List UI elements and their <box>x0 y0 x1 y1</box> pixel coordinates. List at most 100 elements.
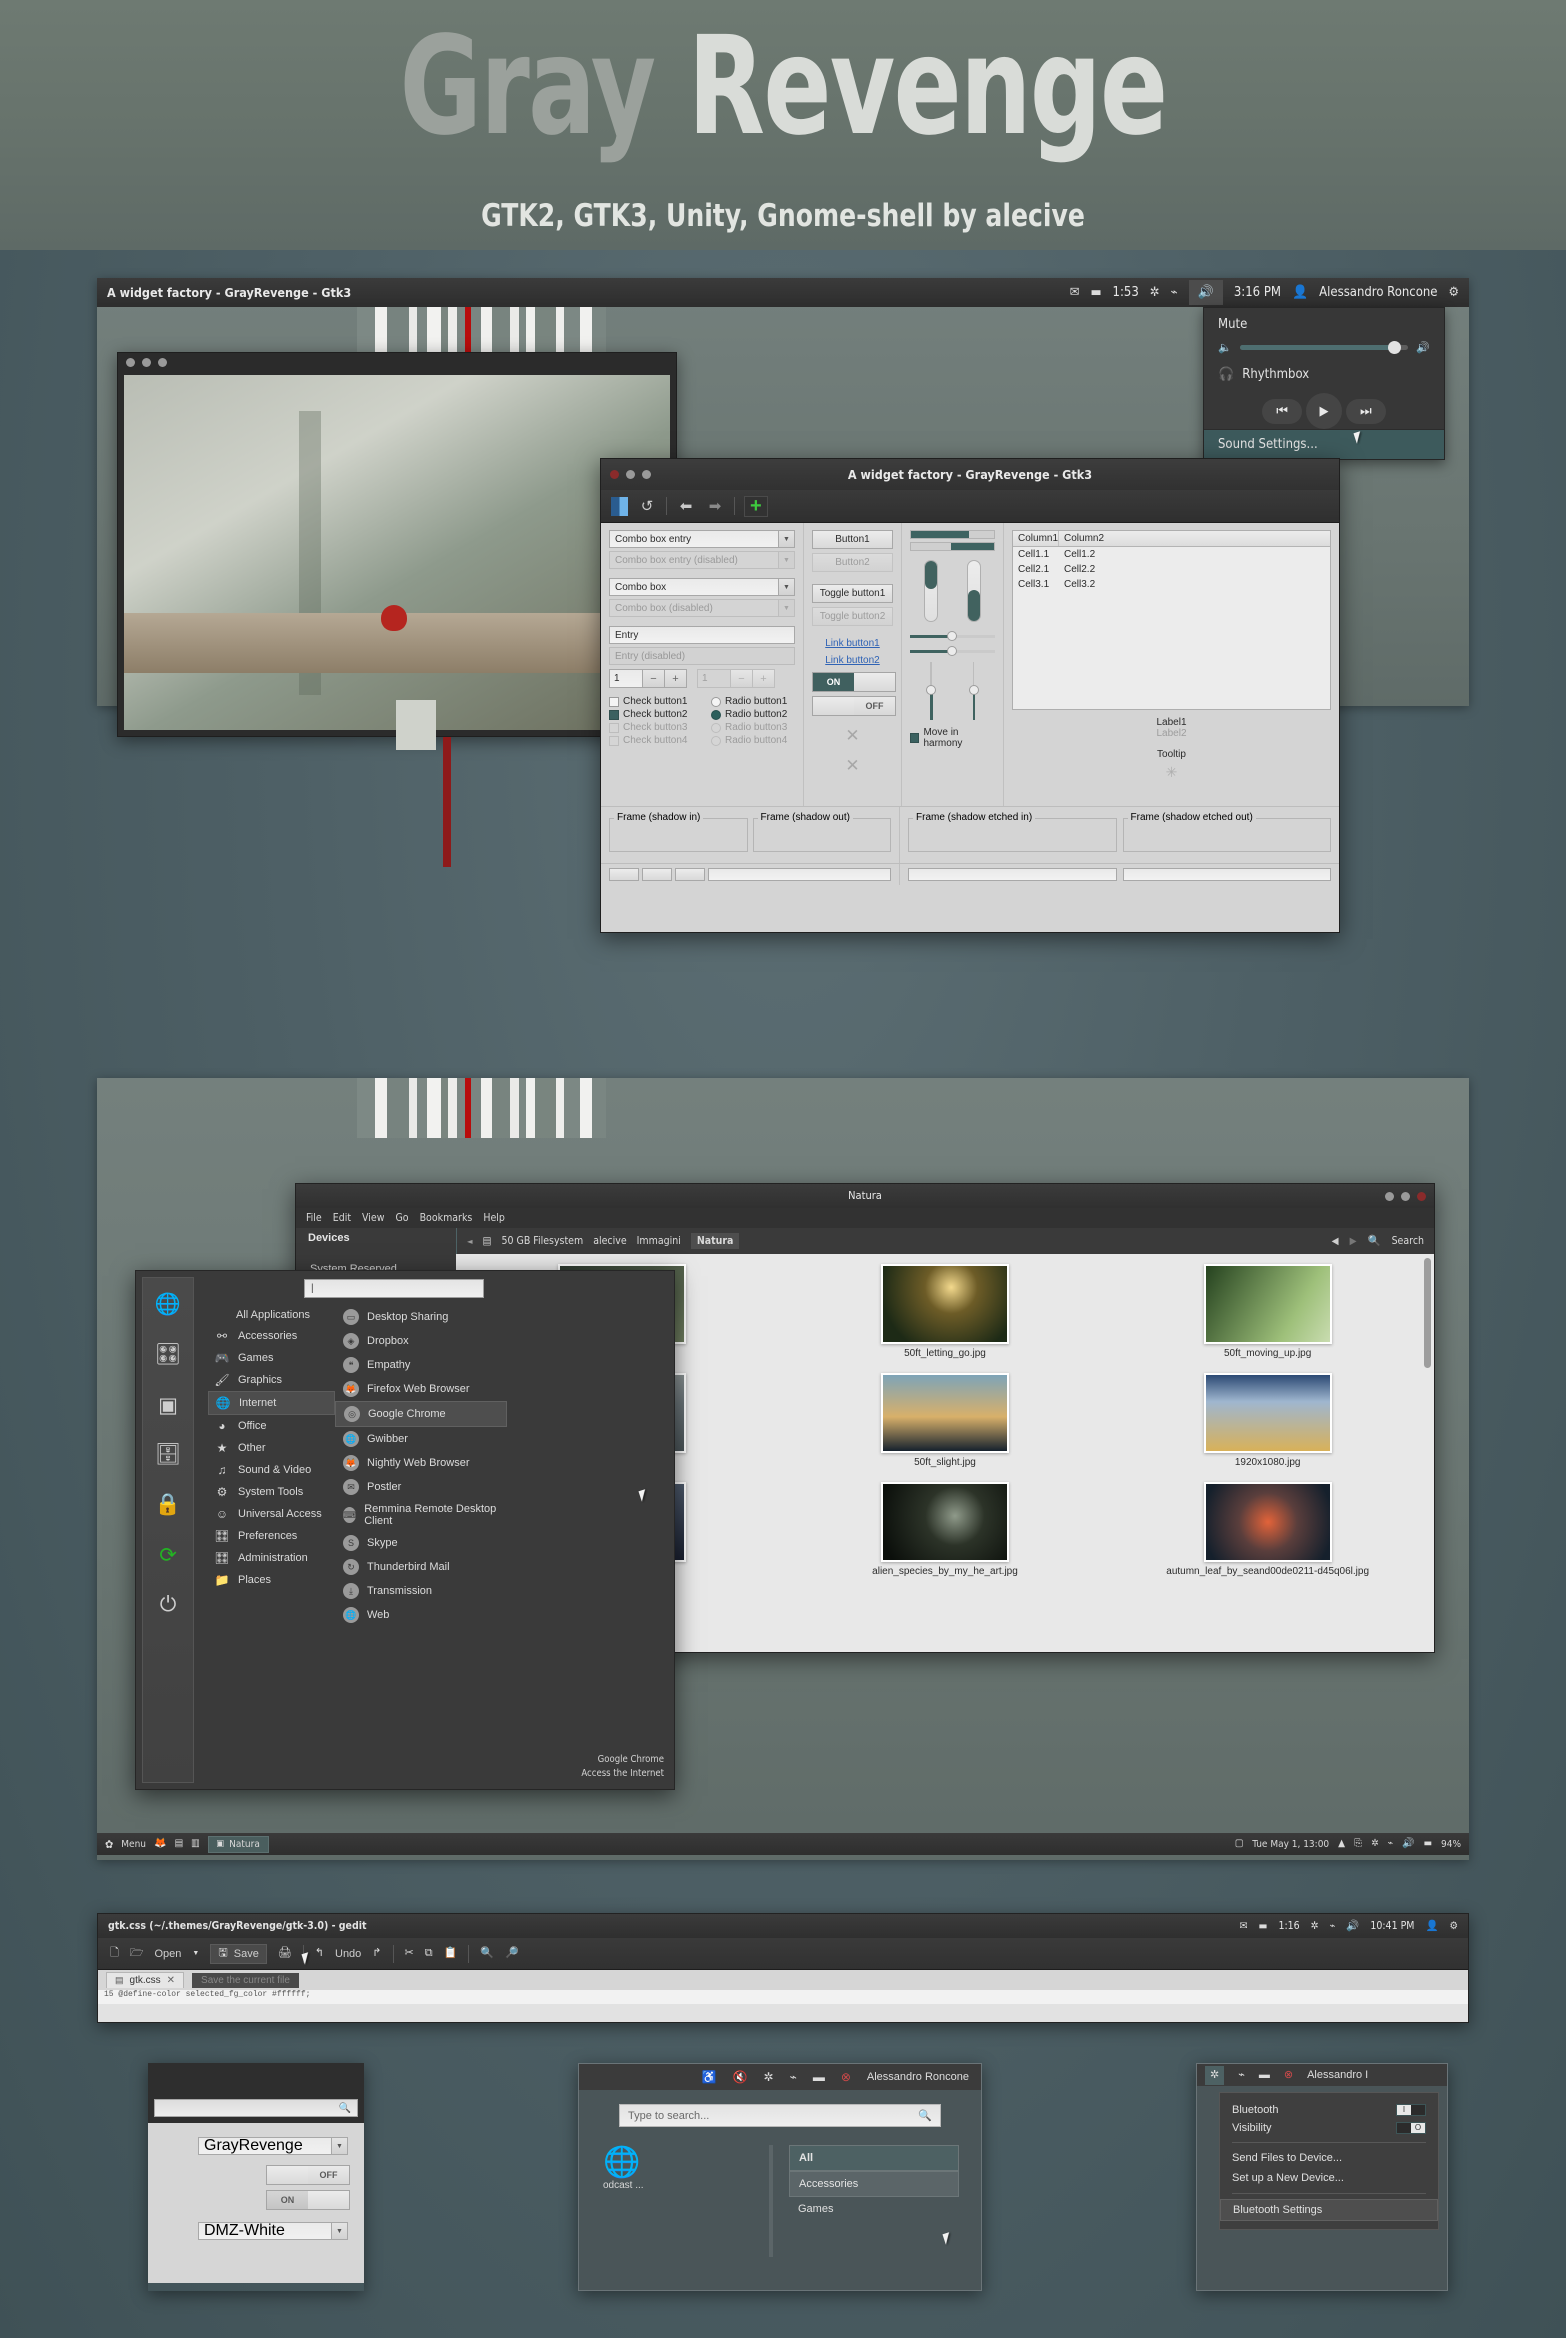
menu-item-empathy[interactable]: ❝ Empathy <box>335 1353 507 1377</box>
radio-button-2[interactable]: Radio button2 <box>711 709 787 720</box>
undo-label[interactable]: Undo <box>335 1948 361 1960</box>
sidebar-item-internet[interactable]: 🌐 Internet <box>208 1391 335 1415</box>
previous-icon[interactable]: ⏮ <box>1262 398 1302 424</box>
forward-arrow-icon[interactable]: ➡ <box>705 496 725 516</box>
menu-go[interactable]: Go <box>395 1212 408 1224</box>
table-row[interactable]: Cell3.1 Cell3.2 <box>1013 577 1330 592</box>
network-icon[interactable]: ⌁ <box>1330 1921 1336 1932</box>
list-item[interactable]: 50ft_slight.jpg <box>789 1373 1102 1468</box>
back-arrow-icon[interactable]: ⬅ <box>676 496 696 516</box>
menu-item-firefox[interactable]: 🦊 Firefox Web Browser <box>335 1377 507 1401</box>
next-icon[interactable]: ⏭ <box>1346 398 1386 424</box>
plus-icon[interactable]: + <box>665 669 687 688</box>
maximize-button[interactable] <box>1401 1192 1410 1201</box>
minimize-button[interactable] <box>1385 1192 1394 1201</box>
bluetooth-toggle-row[interactable]: Bluetooth I <box>1220 2101 1438 2119</box>
setup-device-item[interactable]: Set up a New Device... <box>1220 2168 1438 2188</box>
filter-all[interactable]: All <box>789 2145 959 2171</box>
plus-icon[interactable]: + <box>744 495 768 517</box>
widget-factory-toolbar[interactable]: ↺ ⬅ ➡ + <box>601 490 1339 523</box>
menu-help[interactable]: Help <box>483 1212 505 1224</box>
search-icon[interactable]: 🔍 <box>480 1948 494 1959</box>
sound-indicator-menu[interactable]: Mute 🔈 🔊 🎧 Rhythmbox ⏮ ▶ ⏭ Sound Setting… <box>1203 307 1445 460</box>
link-button-1[interactable]: Link button1 <box>812 638 893 649</box>
battery-icon[interactable]: ▬ <box>813 2071 825 2083</box>
network-icon[interactable]: ⌁ <box>1238 2069 1245 2081</box>
vertical-scale-1[interactable] <box>924 560 939 622</box>
copy-icon[interactable]: ⧉ <box>425 1948 433 1959</box>
horizontal-slider-1[interactable] <box>910 631 995 641</box>
open-button[interactable]: Open <box>155 1948 182 1960</box>
session-icon[interactable]: ⊗ <box>1284 2069 1293 2081</box>
column-header[interactable]: Column1 <box>1013 531 1059 546</box>
terminal-icon[interactable]: ▣ <box>153 1390 183 1420</box>
logout-icon[interactable]: ⟳ <box>153 1540 183 1570</box>
replace-icon[interactable]: 🔎 <box>505 1948 519 1959</box>
breadcrumb-item[interactable]: 50 GB Filesystem <box>501 1235 583 1247</box>
taskbar-task[interactable]: ▣ Natura <box>207 1835 269 1853</box>
new-file-icon[interactable]: 🗋 <box>110 1948 119 1959</box>
check-button-2[interactable]: Check button2 <box>609 709 705 720</box>
user-icon[interactable]: 👤 <box>1425 1921 1438 1932</box>
volume-slider-row[interactable]: 🔈 🔊 <box>1204 337 1444 358</box>
nautilus-titlebar[interactable]: Natura <box>296 1184 1434 1208</box>
redo-icon[interactable]: ↱ <box>372 1948 381 1959</box>
files-launcher-icon[interactable]: ▥ <box>191 1839 200 1849</box>
filter-games[interactable]: Games <box>789 2197 959 2221</box>
bluetooth-icon[interactable]: ✲ <box>1205 2065 1225 2085</box>
chevron-down-icon[interactable]: ▼ <box>778 530 795 548</box>
menu-icon[interactable]: ✿ <box>105 1839 113 1850</box>
menu-item-postler[interactable]: ✉ Postler <box>335 1475 507 1499</box>
unity-result[interactable]: 🌐 odcast ... <box>579 2145 769 2257</box>
table-row[interactable]: Cell1.1 Cell1.2 <box>1013 547 1330 562</box>
menu-edit[interactable]: Edit <box>333 1212 351 1224</box>
volume-icon[interactable]: 🔊 <box>1346 1921 1359 1932</box>
volume-icon[interactable]: 🔊 <box>1188 280 1223 305</box>
chevron-down-icon[interactable]: ▼ <box>331 2137 348 2155</box>
lock-icon[interactable]: 🔒 <box>153 1490 183 1520</box>
mute-item[interactable]: Mute <box>1204 308 1444 337</box>
vertical-slider-1[interactable] <box>926 662 937 720</box>
widget-factory-titlebar[interactable]: A widget factory - GrayRevenge - Gtk3 <box>601 459 1339 490</box>
spin-value[interactable]: 1 <box>609 669 643 688</box>
volume-muted-icon[interactable]: 🔇 <box>733 2071 748 2083</box>
screen-icon[interactable]: ▢ <box>1235 1839 1244 1849</box>
toggle-button-1[interactable]: Toggle button1 <box>812 584 893 603</box>
panel-clock[interactable]: 3:16 PM <box>1234 285 1281 300</box>
chevron-left-icon[interactable]: ◄ <box>467 1237 473 1246</box>
accessibility-icon[interactable]: ♿ <box>702 2071 717 2083</box>
volume-icon[interactable]: 🔊 <box>1402 1839 1414 1849</box>
back-arrow-icon[interactable]: ◀ <box>1332 1236 1339 1247</box>
list-item[interactable]: autumn_leaf_by_seand00de0211-d45q06l.jpg <box>1111 1482 1424 1577</box>
menu-file[interactable]: File <box>306 1212 322 1224</box>
breadcrumb-item-current[interactable]: Natura <box>690 1233 740 1249</box>
sidebar-item-graphics[interactable]: 🖌 Graphics <box>208 1369 335 1391</box>
application-list[interactable]: ▭ Desktop Sharing ◈ Dropbox ❝ Empathy 🦊 Fire… <box>335 1271 507 1789</box>
vertical-scrollbar[interactable] <box>1424 1258 1431 1368</box>
sound-settings-item[interactable]: Sound Settings... <box>1204 429 1444 459</box>
visibility-toggle-row[interactable]: Visibility O <box>1220 2119 1438 2137</box>
search-input[interactable]: 🔍 <box>154 2099 358 2117</box>
visibility-toggle[interactable]: O <box>1396 2122 1426 2134</box>
taskbar-clock[interactable]: Tue May 1, 13:00 <box>1252 1839 1329 1850</box>
clipboard-icon[interactable]: ⎘ <box>1354 1839 1362 1849</box>
minimize-button[interactable] <box>626 470 635 479</box>
search-label[interactable]: Search <box>1392 1235 1424 1247</box>
bluetooth-settings-item[interactable]: Bluetooth Settings <box>1220 2199 1438 2221</box>
menu-item-web[interactable]: 🌐 Web <box>335 1603 507 1627</box>
battery-icon[interactable]: ▬ <box>1259 1921 1268 1932</box>
volume-slider[interactable] <box>1239 341 1409 354</box>
desktop-taskbar[interactable]: ✿ Menu 🦊 ▤ ▥ ▣ Natura ▢ Tue May 1, 13:00… <box>97 1833 1469 1855</box>
close-icon[interactable]: ✕ <box>167 1975 175 1986</box>
list-item[interactable]: 50ft_moving_up.jpg <box>1111 1264 1424 1359</box>
spin-button[interactable]: 1 − + <box>609 669 687 688</box>
toggle-on[interactable]: ON <box>266 2190 350 2210</box>
power-icon[interactable]: ⏻ <box>153 1590 183 1620</box>
bluetooth-icon[interactable]: ✲ <box>1150 286 1160 299</box>
entry-field[interactable]: Entry <box>609 626 795 644</box>
list-item[interactable]: 1920x1080.jpg <box>1111 1373 1424 1468</box>
checkbox-icon[interactable] <box>910 733 920 743</box>
list-item[interactable]: 50ft_letting_go.jpg <box>789 1264 1102 1359</box>
unity-top-panel[interactable]: A widget factory - GrayRevenge - Gtk3 ✉ … <box>97 278 1469 307</box>
gear-icon[interactable]: ⚙ <box>1450 1921 1458 1932</box>
